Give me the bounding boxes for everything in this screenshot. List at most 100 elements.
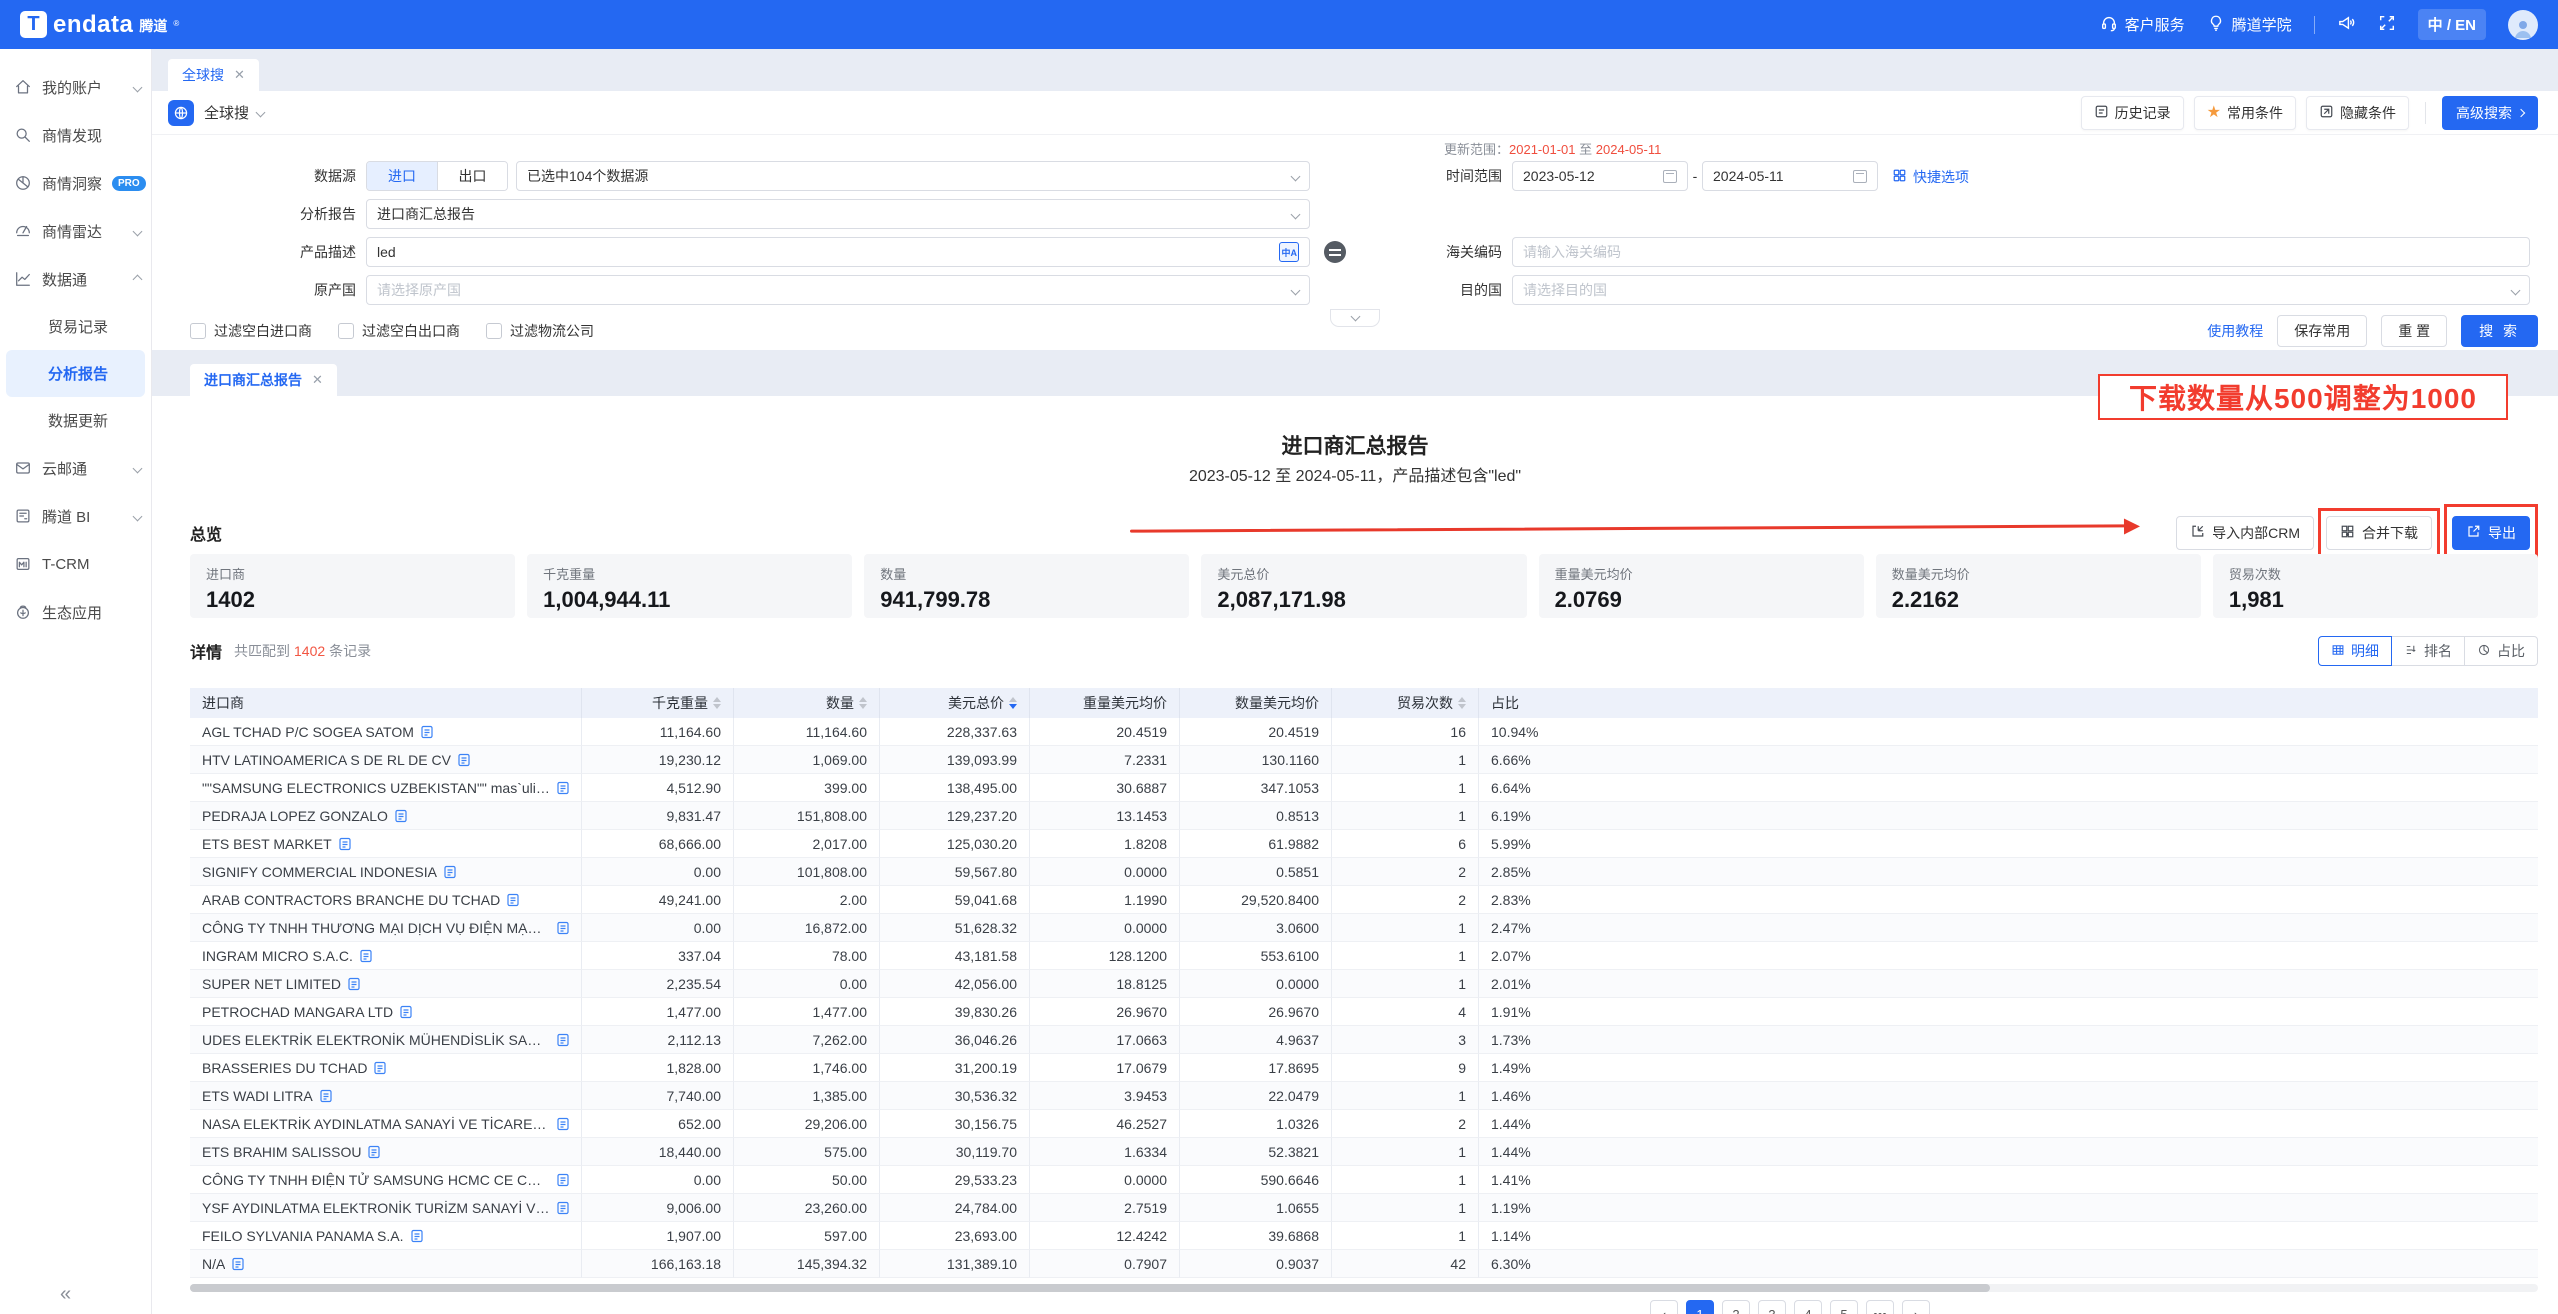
megaphone-icon[interactable] [2337,13,2356,36]
company-card-icon[interactable] [444,865,456,879]
horizontal-scrollbar[interactable] [190,1284,2538,1292]
column-header-美元总价[interactable]: 美元总价 [880,688,1030,718]
favorite-conditions-button[interactable]: ★ 常用条件 [2194,96,2296,130]
collapse-filters-button[interactable] [1330,309,1380,327]
user-avatar[interactable] [2508,10,2538,40]
sidebar-item-radar[interactable]: 商情雷达 [0,207,151,255]
page-button-3[interactable]: 3 [1758,1300,1786,1314]
company-card-icon[interactable] [348,977,360,991]
page-button-•••[interactable]: ••• [1866,1300,1894,1314]
date-to-input[interactable]: 2024-05-11 [1702,161,1878,191]
page-button-2[interactable]: 2 [1722,1300,1750,1314]
page-button-‹[interactable]: ‹ [1650,1300,1678,1314]
company-card-icon[interactable] [232,1257,244,1271]
sidebar-item-eco[interactable]: 生态应用 [0,588,151,636]
company-card-icon[interactable] [557,1201,569,1215]
close-icon[interactable]: ✕ [234,67,245,83]
translate-icon[interactable]: 中A [1279,242,1299,262]
tab-global-search[interactable]: 全球搜 ✕ [168,59,259,91]
company-card-icon[interactable] [557,921,569,935]
company-card-icon[interactable] [360,949,372,963]
view-占比-button[interactable]: 占比 [2465,636,2538,666]
sidebar-item-cloudmail[interactable]: 云邮通 [0,444,151,492]
language-toggle[interactable]: 中 / EN [2418,9,2486,40]
history-button[interactable]: 历史记录 [2081,96,2184,130]
sort-icon[interactable] [713,697,721,709]
sidebar-subitem-贸易记录[interactable]: 贸易记录 [6,303,145,350]
view-明细-button[interactable]: 明细 [2318,636,2392,666]
search-button[interactable]: 搜 索 [2461,315,2538,347]
column-header-贸易次数[interactable]: 贸易次数 [1332,688,1479,718]
filter-checkbox[interactable]: 过滤物流公司 [486,321,594,341]
company-card-icon[interactable] [557,781,569,795]
sort-icon[interactable] [859,697,867,709]
tutorial-link[interactable]: 使用教程 [2207,321,2263,341]
column-header-千克重量[interactable]: 千克重量 [582,688,734,718]
datasource-select[interactable]: 已选中104个数据源 [516,161,1310,191]
company-card-icon[interactable] [557,1117,569,1131]
sidebar-item-account[interactable]: 我的账户 [0,63,151,111]
dest-country-select[interactable]: 请选择目的国 [1512,275,2530,305]
sidebar-subitem-数据更新[interactable]: 数据更新 [6,397,145,444]
customer-service-link[interactable]: 客户服务 [2100,14,2185,36]
column-header-进口商[interactable]: 进口商 [190,688,582,718]
reset-button[interactable]: 重 置 [2381,315,2447,347]
filter-checkbox[interactable]: 过滤空白进口商 [190,321,312,341]
sidebar-collapse-button[interactable]: « [60,1283,71,1306]
close-icon[interactable]: ✕ [312,372,323,388]
column-header-数量[interactable]: 数量 [734,688,880,718]
advanced-search-button[interactable]: 高级搜索 [2442,96,2538,130]
product-desc-input[interactable] [377,244,1279,260]
export-toggle[interactable]: 出口 [437,162,507,190]
checkbox-box-icon[interactable] [338,323,354,339]
quick-options-link[interactable]: 快捷选项 [1892,167,1969,187]
import-toggle[interactable]: 进口 [367,162,437,190]
date-from-input[interactable]: 2023-05-12 [1512,161,1688,191]
origin-country-select[interactable]: 请选择原产国 [366,275,1310,305]
company-card-icon[interactable] [421,725,433,739]
hidden-conditions-button[interactable]: 隐藏条件 [2306,96,2409,130]
module-selector[interactable]: 全球搜 [204,102,264,123]
page-button-1[interactable]: 1 [1686,1300,1714,1314]
company-card-icon[interactable] [507,893,519,907]
page-button-4[interactable]: 4 [1794,1300,1822,1314]
sidebar-item-bi[interactable]: 腾道 BI [0,492,151,540]
sort-icon[interactable] [1458,697,1466,709]
company-card-icon[interactable] [411,1229,423,1243]
scrollbar-thumb[interactable] [190,1284,1990,1292]
company-card-icon[interactable] [557,1033,569,1047]
fullscreen-icon[interactable] [2378,14,2396,36]
company-card-icon[interactable] [395,809,407,823]
column-header-占比[interactable]: 占比 [1479,688,2538,718]
company-card-icon[interactable] [374,1061,386,1075]
page-button-5[interactable]: 5 [1830,1300,1858,1314]
sidebar-subitem-分析报告[interactable]: 分析报告 [6,350,145,397]
sort-icon[interactable] [1009,697,1017,709]
save-conditions-button[interactable]: 保存常用 [2277,315,2367,347]
company-card-icon[interactable] [368,1145,380,1159]
sidebar-item-insight[interactable]: 商情洞察PRO [0,159,151,207]
company-card-icon[interactable] [557,1173,569,1187]
column-header-重量美元均价[interactable]: 重量美元均价 [1030,688,1180,718]
view-排名-button[interactable]: 排名 [2392,636,2465,666]
checkbox-box-icon[interactable] [486,323,502,339]
sidebar-item-tcrm[interactable]: T-CRM [0,540,151,588]
academy-link[interactable]: 腾道学院 [2207,14,2292,36]
checkbox-box-icon[interactable] [190,323,206,339]
tendata-logo[interactable]: T endata 腾道 ® [20,11,179,38]
tab-importer-report[interactable]: 进口商汇总报告 ✕ [190,364,337,396]
column-header-数量美元均价[interactable]: 数量美元均价 [1180,688,1332,718]
company-card-icon[interactable] [339,837,351,851]
company-card-icon[interactable] [458,753,470,767]
merge-download-button[interactable]: 合并下载 [2326,516,2432,550]
import-crm-button[interactable]: 导入内部CRM [2176,516,2314,550]
filter-checkbox[interactable]: 过滤空白出口商 [338,321,460,341]
hs-code-input[interactable] [1523,244,2519,260]
report-type-select[interactable]: 进口商汇总报告 [366,199,1310,229]
company-card-icon[interactable] [400,1005,412,1019]
match-mode-icon[interactable] [1324,241,1346,263]
sidebar-item-discover[interactable]: 商情发现 [0,111,151,159]
export-button[interactable]: 导出 [2452,516,2530,550]
company-card-icon[interactable] [320,1089,332,1103]
page-button-›[interactable]: › [1902,1300,1930,1314]
